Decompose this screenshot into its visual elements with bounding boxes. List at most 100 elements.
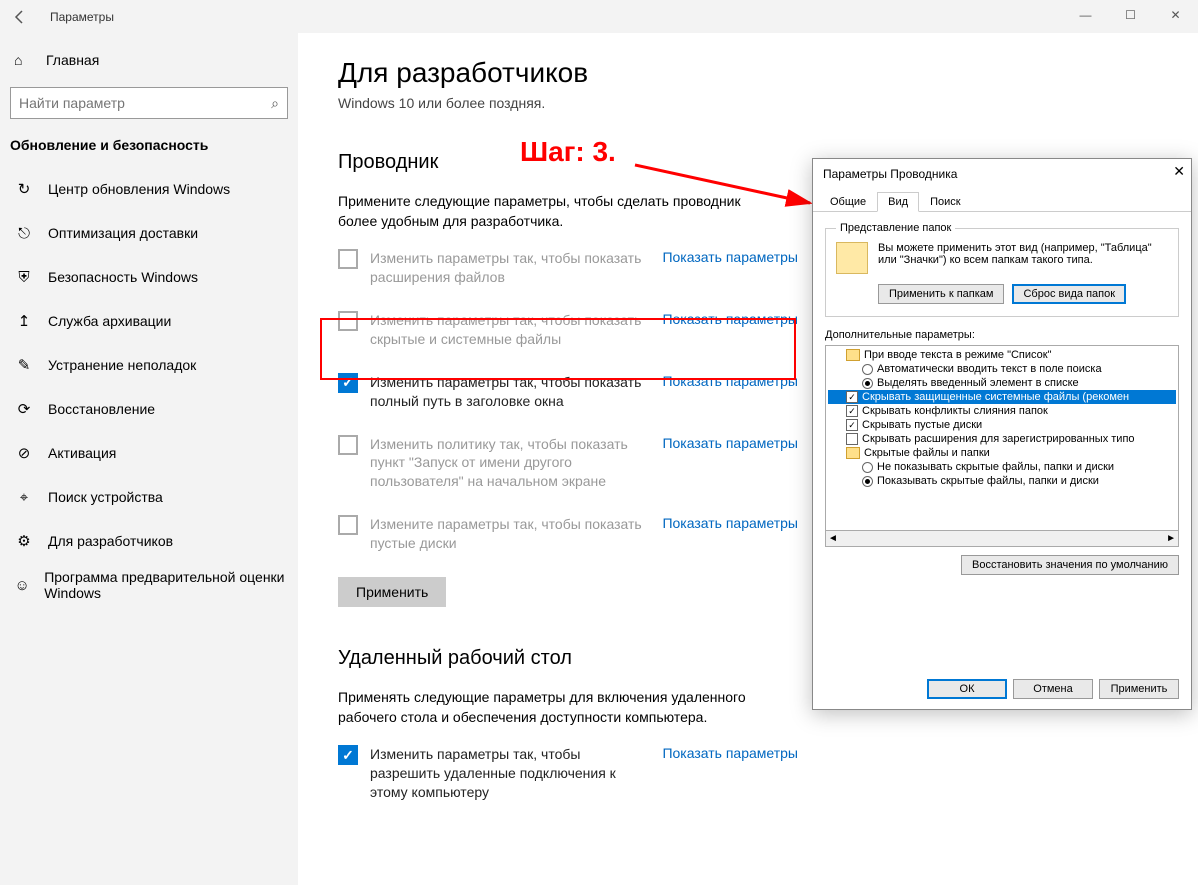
reset-folders-button[interactable]: Сброс вида папок xyxy=(1012,284,1126,304)
tree-item-4[interactable]: ✓Скрывать конфликты слияния папок xyxy=(828,404,1176,418)
folder-view-legend: Представление папок xyxy=(836,222,955,234)
tree-item-2[interactable]: Выделять введенный элемент в списке xyxy=(828,376,1176,390)
tree-item-label: Выделять введенный элемент в списке xyxy=(877,377,1079,389)
cancel-button[interactable]: Отмена xyxy=(1013,679,1093,699)
sidebar-item-4[interactable]: ✎Устранение неполадок xyxy=(0,343,298,387)
tree-radio[interactable] xyxy=(862,476,873,487)
explorer-desc: Примените следующие параметры, чтобы сде… xyxy=(338,192,778,231)
nav-icon: ⊘ xyxy=(14,444,34,462)
nav-label: Активация xyxy=(48,445,116,461)
nav-icon: ↥ xyxy=(14,312,34,330)
sidebar-item-0[interactable]: ↻ Центр обновления Windows xyxy=(0,167,298,211)
nav-icon: ⛨ xyxy=(14,269,34,286)
explorer-option-2: Изменить параметры так, чтобы показать п… xyxy=(338,373,798,411)
remote-desc: Применять следующие параметры для включе… xyxy=(338,688,778,727)
close-button[interactable]: ✕ xyxy=(1153,0,1198,30)
remote-option-0: Изменить параметры так, чтобы разрешить … xyxy=(338,745,798,802)
checkbox[interactable] xyxy=(338,515,358,535)
restore-defaults-button[interactable]: Восстановить значения по умолчанию xyxy=(961,555,1179,575)
tree-item-9[interactable]: Показывать скрытые файлы, папки и диски xyxy=(828,474,1176,488)
tree-radio[interactable] xyxy=(862,378,873,389)
folder-view-desc: Вы можете применить этот вид (например, … xyxy=(878,242,1168,274)
advanced-tree[interactable]: При вводе текста в режиме "Список" Автома… xyxy=(825,345,1179,531)
advanced-label: Дополнительные параметры: xyxy=(825,329,1179,341)
dialog-apply-button[interactable]: Применить xyxy=(1099,679,1179,699)
dialog-tab-Поиск[interactable]: Поиск xyxy=(919,192,971,212)
nav-icon: ↻ xyxy=(14,180,34,198)
nav-label: Поиск устройства xyxy=(48,489,163,505)
nav-label: Центр обновления Windows xyxy=(48,181,230,197)
tree-checkbox[interactable]: ✓ xyxy=(846,419,858,431)
tree-item-3[interactable]: ✓ Скрывать защищенные системные файлы (ре… xyxy=(828,390,1176,404)
tree-item-label: Скрывать защищенные системные файлы (рек… xyxy=(862,391,1129,403)
nav-label: Безопасность Windows xyxy=(48,269,198,285)
option-label: Измените параметры так, чтобы показать п… xyxy=(370,515,646,553)
show-settings-link[interactable]: Показать параметры xyxy=(662,311,798,327)
explorer-option-4: Измените параметры так, чтобы показать п… xyxy=(338,515,798,553)
nav-label: Устранение неполадок xyxy=(48,357,196,373)
tree-item-label: При вводе текста в режиме "Список" xyxy=(864,349,1051,361)
search-input[interactable] xyxy=(19,95,271,111)
home-nav[interactable]: ⌂ Главная xyxy=(0,41,298,79)
show-settings-link[interactable]: Показать параметры xyxy=(662,249,798,265)
minimize-button[interactable]: — xyxy=(1063,0,1108,30)
dialog-tab-Общие[interactable]: Общие xyxy=(819,192,877,212)
show-settings-link[interactable]: Показать параметры xyxy=(662,515,798,531)
tree-hscrollbar[interactable]: ◄► xyxy=(825,531,1179,547)
tree-item-6[interactable]: Скрывать расширения для зарегистрированн… xyxy=(828,432,1176,446)
dialog-close-button[interactable]: ✕ xyxy=(1173,163,1185,180)
sidebar-item-7[interactable]: ⌖ Поиск устройства xyxy=(0,475,298,519)
show-settings-link[interactable]: Показать параметры xyxy=(662,373,798,389)
explorer-apply-button[interactable]: Применить xyxy=(338,577,446,607)
checkbox[interactable] xyxy=(338,311,358,331)
tree-item-7[interactable]: Скрытые файлы и папки xyxy=(828,446,1176,460)
tree-item-0[interactable]: При вводе текста в режиме "Список" xyxy=(828,348,1176,362)
window-title: Параметры xyxy=(50,10,114,24)
nav-icon: ⟳ xyxy=(14,400,34,418)
sidebar-section-header: Обновление и безопасность xyxy=(0,137,298,167)
tree-checkbox[interactable]: ✓ xyxy=(846,391,858,403)
explorer-options-dialog: Параметры Проводника ✕ ОбщиеВидПоиск Пре… xyxy=(812,158,1192,710)
checkbox[interactable] xyxy=(338,373,358,393)
dialog-tab-Вид[interactable]: Вид xyxy=(877,192,919,212)
tree-checkbox[interactable]: ✓ xyxy=(846,405,858,417)
show-settings-link[interactable]: Показать параметры xyxy=(662,745,798,761)
nav-label: Программа предварительной оценки Windows xyxy=(44,569,288,601)
tree-item-label: Скрывать пустые диски xyxy=(862,419,982,431)
sidebar-item-5[interactable]: ⟳Восстановление xyxy=(0,387,298,431)
tree-item-8[interactable]: Не показывать скрытые файлы, папки и дис… xyxy=(828,460,1176,474)
tree-item-1[interactable]: Автоматически вводить текст в поле поиск… xyxy=(828,362,1176,376)
tree-item-label: Скрывать расширения для зарегистрированн… xyxy=(862,433,1135,445)
tree-checkbox[interactable] xyxy=(846,433,858,445)
page-heading: Для разработчиков xyxy=(338,57,1158,89)
search-icon: ⌕ xyxy=(271,95,279,112)
nav-icon: ⌖ xyxy=(14,489,34,506)
option-label: Изменить параметры так, чтобы показать с… xyxy=(370,311,646,349)
folder-icon xyxy=(836,242,868,274)
tree-radio[interactable] xyxy=(862,462,873,473)
sidebar-item-9[interactable]: ☺Программа предварительной оценки Window… xyxy=(0,563,298,607)
search-box[interactable]: ⌕ xyxy=(10,87,288,119)
option-label: Изменить политику так, чтобы показать пу… xyxy=(370,435,646,492)
sidebar-item-1[interactable]: ⎋Оптимизация доставки xyxy=(0,211,298,255)
sidebar-item-3[interactable]: ↥Служба архивации xyxy=(0,299,298,343)
folder-icon xyxy=(846,349,860,361)
maximize-button[interactable]: ☐ xyxy=(1108,0,1153,30)
checkbox[interactable] xyxy=(338,435,358,455)
checkbox[interactable] xyxy=(338,249,358,269)
explorer-option-1: Изменить параметры так, чтобы показать с… xyxy=(338,311,798,349)
checkbox[interactable] xyxy=(338,745,358,765)
ok-button[interactable]: ОК xyxy=(927,679,1007,699)
tree-item-label: Автоматически вводить текст в поле поиск… xyxy=(877,363,1102,375)
sidebar-item-6[interactable]: ⊘ Активация xyxy=(0,431,298,475)
tree-item-5[interactable]: ✓ Скрывать пустые диски xyxy=(828,418,1176,432)
apply-to-folders-button[interactable]: Применить к папкам xyxy=(878,284,1005,304)
dialog-title: Параметры Проводника xyxy=(813,159,1191,189)
show-settings-link[interactable]: Показать параметры xyxy=(662,435,798,451)
back-button[interactable] xyxy=(8,5,32,29)
option-label: Изменить параметры так, чтобы разрешить … xyxy=(370,745,646,802)
sidebar-item-2[interactable]: ⛨ Безопасность Windows xyxy=(0,255,298,299)
sidebar-item-8[interactable]: ⚙Для разработчиков xyxy=(0,519,298,563)
tree-radio[interactable] xyxy=(862,364,873,375)
nav-icon: ⎋ xyxy=(14,225,34,242)
